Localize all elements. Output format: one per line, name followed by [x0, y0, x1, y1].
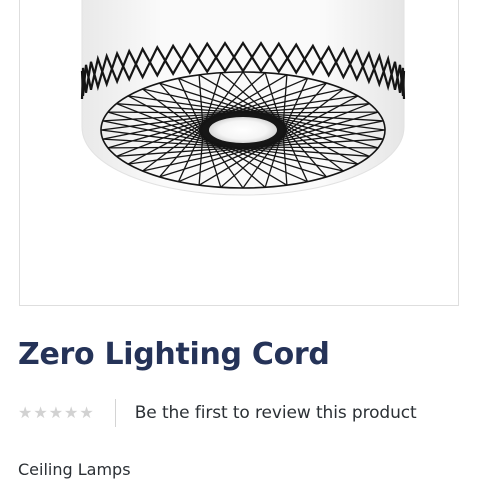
star-icon: ★	[18, 403, 33, 422]
star-icon: ★	[48, 403, 64, 422]
product-category[interactable]: Ceiling Lamps	[18, 460, 131, 479]
write-first-review-link[interactable]: Be the first to review this product	[135, 403, 417, 423]
product-title: Zero Lighting Cord	[18, 337, 330, 372]
ceiling-lamp-image	[80, 0, 406, 196]
star-icon: ★	[79, 403, 94, 422]
product-page: Zero Lighting Cord ★ ★ ★ ★ ★ Be the first to…	[0, 0, 480, 480]
star-icon: ★	[64, 403, 79, 422]
product-image-frame[interactable]	[19, 0, 459, 306]
rating-stars: ★ ★ ★ ★ ★	[18, 405, 94, 421]
lamp-diffuser	[202, 113, 284, 147]
rating-divider	[114, 399, 116, 427]
star-icon: ★	[33, 403, 48, 422]
rating-summary: ★ ★ ★ ★ ★ Be the first to review this produc…	[18, 399, 417, 427]
